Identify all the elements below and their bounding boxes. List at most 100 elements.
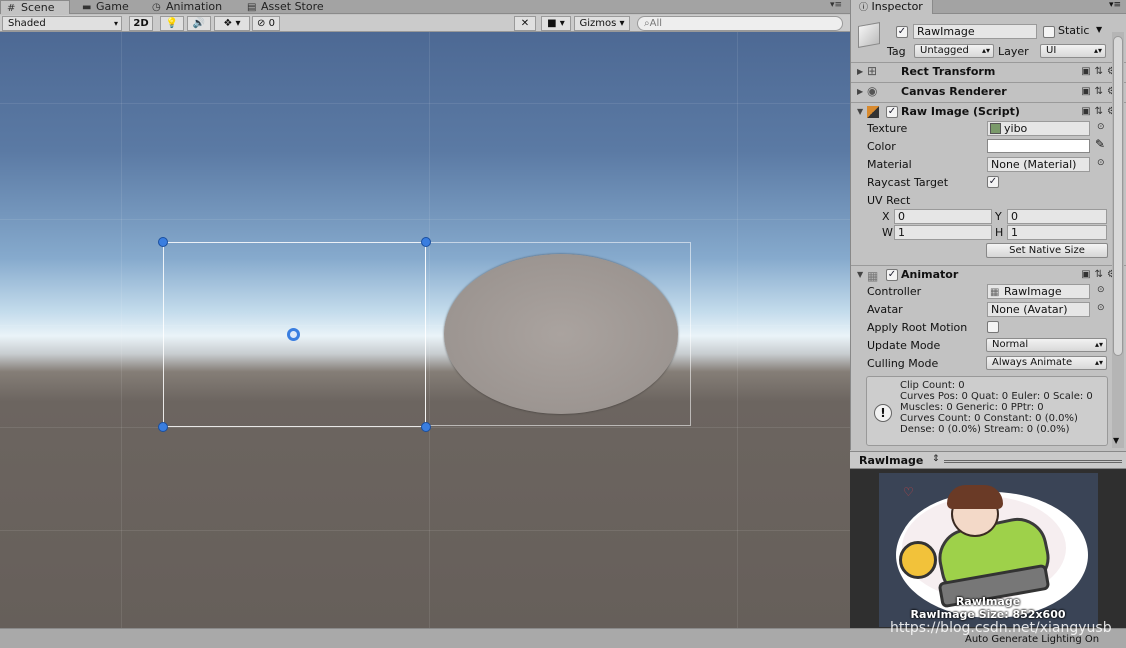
culling-mode-dropdown[interactable]: Always Animate ▴▾ [986,356,1107,370]
animator-controller-icon: ▦ [990,287,1000,298]
effects-dropdown-icon[interactable]: ❖ ▾ [214,16,250,31]
inspector-scrollbar[interactable]: ▼ [1112,32,1124,448]
active-checkbox[interactable]: ✓ [896,26,908,38]
character-hair [947,485,1003,509]
lighting-toggle-icon[interactable]: 💡 [160,16,184,31]
grid-line [0,530,850,531]
raw-image-icon [867,106,879,118]
scene-view[interactable] [0,32,850,628]
layer-label: Layer [998,45,1029,58]
static-checkbox[interactable] [1043,26,1055,38]
color-label: Color [867,140,896,153]
color-swatch[interactable] [987,139,1090,153]
tab-game[interactable]: ▬ Game [76,0,142,14]
audio-toggle-icon[interactable]: 🔊 [187,16,211,31]
object-picker-icon[interactable]: ⊙ [1097,122,1105,132]
uv-y-label: Y [995,210,1002,223]
layer-dropdown[interactable]: UI ▴▾ [1040,44,1106,58]
info-icon: ⓘ [859,3,869,13]
canvas-renderer-header[interactable]: ▶ ◉ Canvas Renderer ▣⇅⚙ [851,82,1126,102]
hidden-objects-toggle[interactable]: ⊘ 0 [252,16,280,31]
shading-dropdown[interactable]: Shaded ▾ [2,16,122,31]
tools-icon[interactable]: ✕ [514,16,536,31]
avatar-field[interactable]: None (Avatar) [987,302,1090,317]
raw-image-header[interactable]: ▼ ✓ Raw Image (Script) ▣⇅⚙ [851,102,1126,122]
material-field[interactable]: None (Material) [987,157,1090,172]
scene-search-input[interactable]: ⌕All [637,16,843,31]
expand-arrow-icon: ▼ [857,107,864,116]
uv-w-field[interactable]: 1 [894,225,992,240]
preview-caption-name: RawImage [955,595,1021,608]
eyedropper-icon[interactable]: ✎ [1095,137,1105,151]
material-label: Material [867,158,912,171]
static-label: Static [1058,24,1090,37]
dropdown-arrow-icon: ▾ [113,19,118,28]
scene-toolbar: Shaded ▾ 2D 💡 🔊 ❖ ▾ ⊘ 0 ✕ ■ ▾ Gizmos ▾ ⌕A… [0,15,850,32]
tab-asset-store[interactable]: ▤ Asset Store [241,0,341,14]
set-native-size-button[interactable]: Set Native Size [986,243,1108,258]
store-icon: ▤ [247,2,257,13]
animator-enabled-checkbox[interactable]: ✓ [886,269,898,281]
update-mode-dropdown[interactable]: Normal ▴▾ [986,338,1107,352]
static-dropdown-icon[interactable]: ▼ [1096,25,1102,34]
tab-inspector[interactable]: ⓘ Inspector [851,0,933,14]
culling-mode-label: Culling Mode [867,357,939,370]
uv-h-field[interactable]: 1 [1007,225,1107,240]
tag-dropdown[interactable]: Untagged ▴▾ [914,44,994,58]
raw-image-enabled-checkbox[interactable]: ✓ [886,106,898,118]
sun-icon [899,541,937,579]
pivot-handle[interactable] [287,328,300,341]
handle-bottom-right[interactable] [421,422,431,432]
grid-line [0,103,850,104]
controller-field[interactable]: ▦ RawImage [987,284,1090,299]
inspector-panel: ⓘ Inspector ▾≡ ✓ RawImage Static ▼ Tag U… [850,0,1126,450]
object-name-field[interactable]: RawImage [913,24,1037,39]
preview-header[interactable]: RawImage ⇕ [850,451,1126,469]
animator-header[interactable]: ▼ ▦ ✓ Animator ▣⇅⚙ [851,265,1126,285]
collapse-arrow-icon: ▶ [857,67,864,76]
handle-top-left[interactable] [158,237,168,247]
texture-icon [990,123,1001,134]
tag-label: Tag [887,45,906,58]
gizmos-dropdown[interactable]: Gizmos ▾ [574,16,630,31]
root-motion-checkbox[interactable] [987,321,999,333]
camera-dropdown-icon[interactable]: ■ ▾ [541,16,571,31]
texture-field[interactable]: yibo [987,121,1090,136]
scrollbar-thumb[interactable] [1113,36,1123,356]
preview-title: RawImage [859,454,924,467]
rect-transform-icon: ⊞ [867,64,878,78]
inspector-tab-bar: ⓘ Inspector ▾≡ [851,0,1126,14]
animator-info-box: ! Clip Count: 0 Curves Pos: 0 Quat: 0 Eu… [866,376,1108,446]
grid-line [0,219,850,220]
object-picker-icon[interactable]: ⊙ [1097,158,1105,168]
scroll-down-icon[interactable]: ▼ [1113,436,1119,445]
handle-bottom-left[interactable] [158,422,168,432]
animator-info-text: Clip Count: 0 Curves Pos: 0 Quat: 0 Eule… [900,380,1093,435]
raw-image-ellipse [444,254,678,414]
tab-animation[interactable]: ◷ Animation [146,0,236,14]
uv-y-field[interactable]: 0 [1007,209,1107,224]
clock-icon: ◷ [152,2,161,13]
watermark: https://blog.csdn.net/xiangyusb [890,620,1112,636]
controller-label: Controller [867,285,922,298]
grid-icon: # [7,3,16,14]
tab-scene[interactable]: # Scene [0,0,70,14]
animator-icon: ▦ [867,269,879,283]
2d-toggle[interactable]: 2D [129,16,153,31]
raycast-label: Raycast Target [867,176,949,189]
collapse-arrow-icon: ▶ [857,87,864,96]
panel-menu-icon[interactable]: ▾≡ [830,0,842,10]
object-picker-icon[interactable]: ⊙ [1097,303,1105,313]
handle-top-right[interactable] [421,237,431,247]
texture-preview: ♡ RawImage RawImage Size: 852x600 [850,469,1126,628]
uv-x-field[interactable]: 0 [894,209,992,224]
preview-drag-icon[interactable]: ⇕ [932,454,940,464]
grid-line [737,32,738,628]
expand-arrow-icon: ▼ [857,270,864,279]
preview-splitter[interactable] [944,460,1122,463]
uv-w-label: W [882,226,893,239]
rect-transform-header[interactable]: ▶ ⊞ Rect Transform ▣⇅⚙ [851,62,1126,82]
raycast-checkbox[interactable]: ✓ [987,176,999,188]
panel-menu-icon[interactable]: ▾≡ [1109,0,1121,10]
object-picker-icon[interactable]: ⊙ [1097,285,1105,295]
